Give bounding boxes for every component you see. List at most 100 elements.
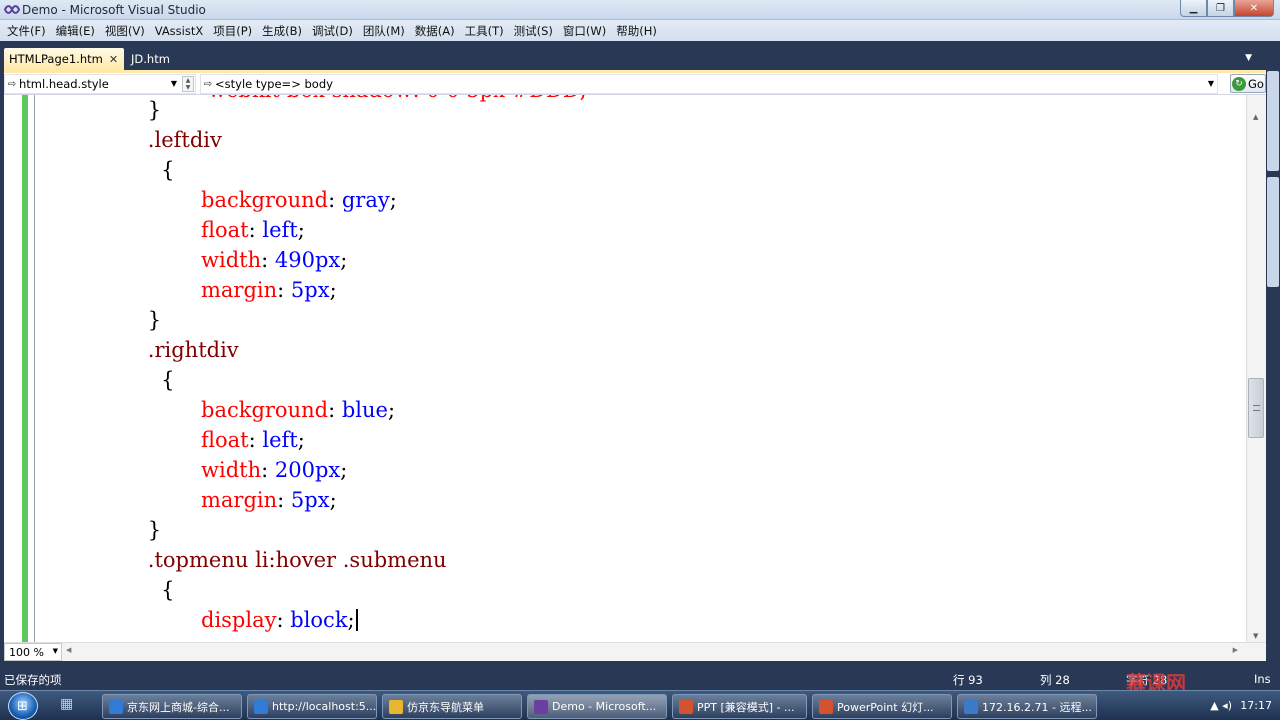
css-property: margin xyxy=(201,488,278,512)
zoom-dropdown[interactable]: 100 % ▼ xyxy=(4,643,62,661)
app-icon xyxy=(679,699,693,714)
code-line: width: 200px; xyxy=(201,458,348,482)
css-property: width xyxy=(201,458,262,482)
taskbar-item[interactable]: 仿京东导航菜单 xyxy=(382,694,522,719)
css-property: float xyxy=(201,218,249,242)
app-icon xyxy=(254,699,268,714)
taskbar-item[interactable]: Demo - Microsoft... xyxy=(527,694,667,719)
app-icon xyxy=(389,699,403,714)
arrow-right-icon: ⇨ xyxy=(7,78,17,90)
menu-project[interactable]: 项目(P) xyxy=(208,23,257,39)
window-title: Demo - Microsoft Visual Studio xyxy=(22,3,206,17)
maximize-button[interactable]: ❐ xyxy=(1207,0,1234,17)
go-button[interactable]: ↻ Go xyxy=(1230,74,1266,93)
windows-logo-icon: ⊞ xyxy=(17,699,28,714)
clock: 17:17 xyxy=(1240,699,1272,712)
taskbar-item-label: Demo - Microsoft... xyxy=(552,700,657,713)
system-tray: ▲ ◂) 17:17 xyxy=(1140,691,1280,720)
chevron-down-icon: ▼ xyxy=(170,79,177,88)
tab-overflow-icon[interactable]: ▼ xyxy=(1245,53,1252,63)
code-editor[interactable]: -webkit-box-shadow: 0 0 5px #DDD; } .left… xyxy=(4,95,1246,642)
menu-vassistx[interactable]: VAssistX xyxy=(150,24,209,38)
minimize-button[interactable]: ▁ xyxy=(1180,0,1207,17)
taskbar-item-label: PowerPoint 幻灯... xyxy=(837,700,934,714)
css-property: float xyxy=(201,428,249,452)
css-property: background xyxy=(201,398,329,422)
taskbar-item-label: 京东网上商城-综合... xyxy=(127,700,230,714)
taskbar-item[interactable]: 京东网上商城-综合... xyxy=(102,694,242,719)
menu-edit[interactable]: 编辑(E) xyxy=(51,23,100,39)
code-line: .topmenu li:hover .submenu xyxy=(148,545,447,575)
taskbar-item-label: 172.16.2.71 - 远程... xyxy=(982,700,1092,714)
tray-icons[interactable]: ▲ ◂) xyxy=(1210,699,1232,712)
menu-help[interactable]: 帮助(H) xyxy=(611,23,662,39)
css-value: left xyxy=(262,428,298,452)
close-button[interactable]: ✕ xyxy=(1234,0,1274,17)
tab-jd[interactable]: JD.htm xyxy=(126,48,175,70)
css-brace: { xyxy=(161,368,175,392)
navigation-bar: ⇨ html.head.style ▼ ▲ ▼ ⇨ <style type=> b… xyxy=(4,73,1266,95)
tab-htmlpage1[interactable]: HTMLPage1.htm ✕ xyxy=(4,48,124,70)
server-explorer-tab[interactable] xyxy=(1267,177,1279,287)
chevron-down-icon: ▼ xyxy=(52,647,58,655)
element-path-dropdown[interactable]: ⇨ html.head.style ▼ xyxy=(4,74,196,94)
css-brace: { xyxy=(161,578,175,602)
scroll-up-icon[interactable]: ▲ xyxy=(1253,113,1258,121)
code-line: width: 490px; xyxy=(201,248,348,272)
scroll-left-icon[interactable]: ◀ xyxy=(66,646,71,654)
go-label: Go xyxy=(1248,76,1264,91)
css-value: 5px xyxy=(290,488,330,512)
app-icon xyxy=(964,699,978,714)
horizontal-scrollbar[interactable]: 100 % ▼ ◀ ▶ xyxy=(4,642,1266,661)
menu-data[interactable]: 数据(A) xyxy=(410,23,460,39)
element-path-label: html.head.style xyxy=(19,77,109,91)
code-line: margin: 5px; xyxy=(201,488,337,512)
css-brace: } xyxy=(147,308,162,332)
css-selector: .rightdiv xyxy=(147,338,239,362)
scroll-thumb[interactable] xyxy=(1248,378,1264,438)
window-controls: ▁ ❐ ✕ xyxy=(1180,0,1274,17)
menu-tools[interactable]: 工具(T) xyxy=(460,23,509,39)
close-tab-icon[interactable]: ✕ xyxy=(109,53,118,66)
vertical-scrollbar[interactable]: ▲ ▼ xyxy=(1246,95,1266,642)
css-brace: { xyxy=(161,158,175,182)
code-line: .leftdiv xyxy=(148,125,222,155)
taskbar-item[interactable]: http://localhost:5... xyxy=(247,694,377,719)
refresh-icon: ↻ xyxy=(1232,76,1246,91)
scroll-down-icon[interactable]: ▼ xyxy=(1253,632,1258,640)
member-dropdown[interactable]: ⇨ <style type=> body ▼ xyxy=(200,74,1218,94)
menu-window[interactable]: 窗口(W) xyxy=(558,23,611,39)
taskbar-item[interactable]: 172.16.2.71 - 远程... xyxy=(957,694,1097,719)
toolbox-tab[interactable] xyxy=(1267,71,1279,171)
status-line: 行 93 xyxy=(953,673,983,687)
visual-studio-icon xyxy=(4,5,20,14)
menu-debug[interactable]: 调试(D) xyxy=(307,23,358,39)
menu-build[interactable]: 生成(B) xyxy=(257,23,307,39)
menu-bar: 文件(F) 编辑(E) 视图(V) VAssistX 项目(P) 生成(B) 调… xyxy=(0,20,1280,41)
tab-label: JD.htm xyxy=(131,52,170,66)
member-label: <style type=> body xyxy=(215,77,333,91)
taskbar-item-label: 仿京东导航菜单 xyxy=(407,700,484,714)
app-icon xyxy=(109,699,123,714)
menu-team[interactable]: 团队(M) xyxy=(358,23,410,39)
code-line: { xyxy=(161,575,174,605)
pinned-app-icon[interactable]: ▦ xyxy=(60,696,82,716)
taskbar-item-label: PPT [兼容模式] - ... xyxy=(697,700,795,714)
title-bar: Demo - Microsoft Visual Studio ▁ ❐ ✕ xyxy=(0,0,1280,20)
status-mode: Ins xyxy=(1254,672,1271,686)
taskbar-item[interactable]: PowerPoint 幻灯... xyxy=(812,694,952,719)
css-property: width xyxy=(201,248,262,272)
menu-file[interactable]: 文件(F) xyxy=(2,23,51,39)
code-line: display: block; xyxy=(201,605,358,635)
css-property: margin xyxy=(201,278,278,302)
app-icon xyxy=(534,699,548,714)
start-button[interactable]: ⊞ xyxy=(8,692,38,720)
menu-test[interactable]: 测试(S) xyxy=(509,23,558,39)
split-handle-icon[interactable]: ▲ ▼ xyxy=(182,76,194,92)
scroll-right-icon[interactable]: ▶ xyxy=(1233,646,1238,654)
menu-view[interactable]: 视图(V) xyxy=(100,23,150,39)
chevron-down-icon: ▼ xyxy=(1207,79,1214,88)
code-line: { xyxy=(161,155,174,185)
taskbar: ⊞ ▦ 京东网上商城-综合... http://localhost:5... 仿京东… xyxy=(0,690,1280,720)
taskbar-item[interactable]: PPT [兼容模式] - ... xyxy=(672,694,807,719)
